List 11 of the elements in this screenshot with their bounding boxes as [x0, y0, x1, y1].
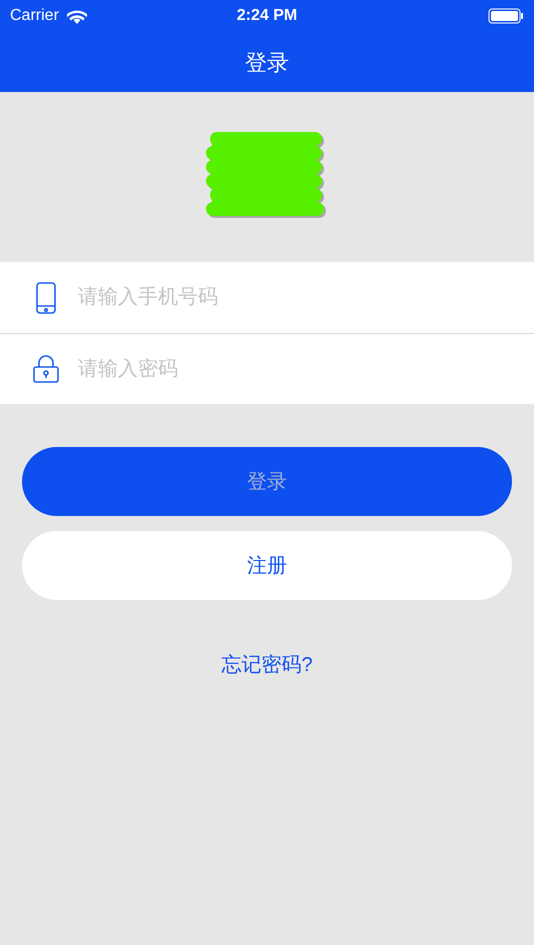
register-button[interactable]: 注册: [22, 531, 512, 600]
lock-icon: [33, 355, 59, 383]
carrier-label: Carrier: [10, 6, 59, 26]
phone-icon: [36, 282, 56, 314]
battery-icon: [488, 8, 524, 24]
clock-time: 2:24 PM: [236, 6, 298, 26]
wifi-icon: [66, 8, 87, 24]
nav-title: 登录: [245, 48, 289, 76]
forgot-password-link[interactable]: 忘记密码?: [221, 650, 313, 680]
text-field[interactable]: 请输入手机号码: [78, 278, 534, 318]
text-field[interactable]: 请输入密码: [78, 349, 534, 389]
